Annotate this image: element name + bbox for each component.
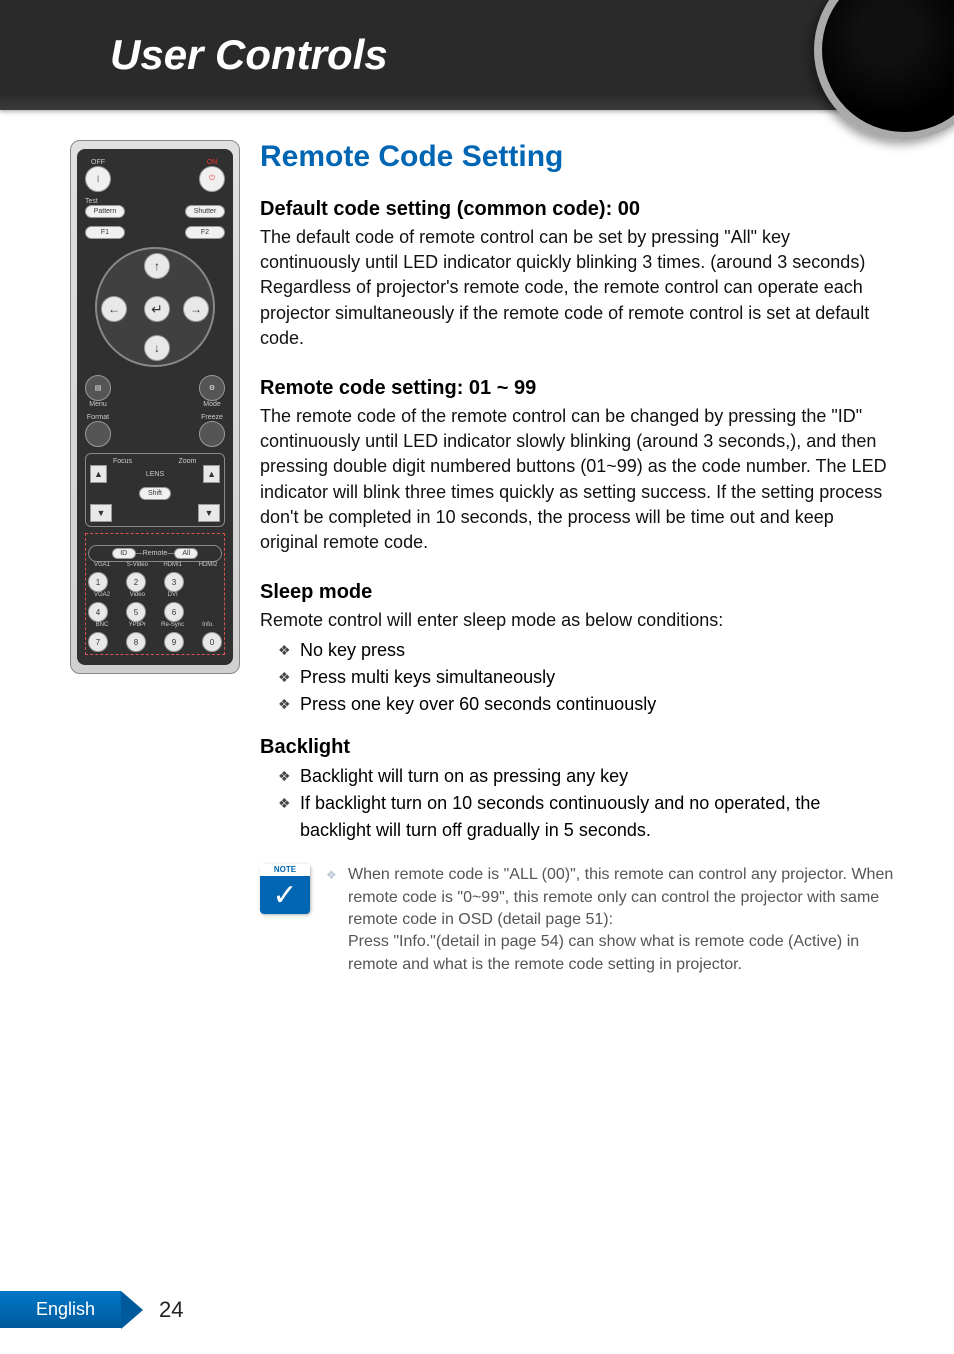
resync-label: Re-Sync [159, 622, 187, 628]
arrow-down-icon: ↓ [144, 335, 170, 361]
note-text: When remote code is "ALL (00)", this rem… [326, 864, 894, 976]
footer-page-number: 24 [159, 1297, 183, 1323]
default-code-heading: Default code setting (common code): 00 [260, 198, 894, 221]
shift-button: Shift [139, 487, 171, 500]
on-button: ⏻ [199, 166, 225, 192]
mode-label: Mode [199, 401, 225, 408]
ypbpr-label: YPbPr [123, 622, 151, 628]
vga2-label: VGA2 [88, 592, 116, 598]
section-title: Remote Code Setting [260, 140, 894, 174]
format-button [85, 421, 111, 447]
num-7-button: 7 [88, 632, 108, 652]
num-5-button: 5 [126, 602, 146, 622]
zoom-label: Zoom [155, 458, 220, 465]
remote-id-group: ID —Remote— All VGA1 S-Video HDMI1 HDMI2… [85, 533, 225, 655]
num-9-button: 9 [164, 632, 184, 652]
menu-button: ▤ [85, 375, 111, 401]
num-6-button: 6 [164, 602, 184, 622]
all-button: All [174, 548, 198, 559]
video-label: Video [123, 592, 151, 598]
footer-language: English [0, 1291, 121, 1328]
num-3-button: 3 [164, 572, 184, 592]
lens-controls: Focus Zoom ▲ LENS ▲ Shift ▼ ▼ [85, 453, 225, 527]
enter-icon: ↵ [144, 296, 170, 322]
list-item: Press one key over 60 seconds continuous… [278, 691, 894, 718]
spacer-label [194, 592, 222, 598]
list-item: Press multi keys simultaneously [278, 664, 894, 691]
focus-label: Focus [90, 458, 155, 465]
off-button: | [85, 166, 111, 192]
arrow-left-icon: ← [101, 296, 127, 322]
f1-button: F1 [85, 226, 125, 239]
list-item: No key press [278, 637, 894, 664]
mode-button: ⚙ [199, 375, 225, 401]
content-area: OFF| ON⏻ Test Pattern Shutter F1 F2 ↑ ↓ … [0, 110, 954, 976]
note-line-2: Press "Info."(detail in page 54) can sho… [326, 931, 894, 976]
list-item: If backlight turn on 10 seconds continuo… [278, 790, 894, 844]
id-row: ID —Remote— All [88, 545, 222, 562]
note-line-1: When remote code is "ALL (00)", this rem… [326, 864, 894, 931]
footer: English 24 [0, 1291, 184, 1328]
sleep-mode-intro: Remote control will enter sleep mode as … [260, 608, 894, 633]
arrow-up-icon: ↑ [144, 253, 170, 279]
focus-down-icon: ▼ [90, 504, 112, 522]
sleep-mode-list: No key press Press multi keys simultaneo… [260, 637, 894, 718]
remote-code-body: The remote code of the remote control ca… [260, 404, 894, 555]
default-code-body: The default code of remote control can b… [260, 225, 894, 351]
lens-label: LENS [107, 471, 203, 478]
num-0-button: 0 [202, 632, 222, 652]
note-row: When remote code is "ALL (00)", this rem… [260, 864, 894, 976]
remote-column: OFF| ON⏻ Test Pattern Shutter F1 F2 ↑ ↓ … [70, 140, 240, 976]
f2-button: F2 [185, 226, 225, 239]
id-button: ID [112, 548, 136, 559]
test-label: Test [85, 198, 225, 205]
freeze-button [199, 421, 225, 447]
header-title: User Controls [110, 31, 388, 79]
pattern-button: Pattern [85, 205, 125, 218]
vga1-label: VGA1 [88, 562, 116, 568]
dvi-label: DVI [159, 592, 187, 598]
hdmi2-label: HDMI2 [194, 562, 222, 568]
bnc-label: BNC [88, 622, 116, 628]
text-column: Remote Code Setting Default code setting… [260, 140, 914, 976]
num-2-button: 2 [126, 572, 146, 592]
remote-control-illustration: OFF| ON⏻ Test Pattern Shutter F1 F2 ↑ ↓ … [70, 140, 240, 674]
on-label: ON [199, 159, 225, 166]
list-item: Backlight will turn on as pressing any k… [278, 763, 894, 790]
zoom-down-icon: ▼ [198, 504, 220, 522]
backlight-heading: Backlight [260, 736, 894, 759]
arrow-right-icon: → [183, 296, 209, 322]
zoom-up-icon: ▲ [203, 465, 220, 483]
backlight-list: Backlight will turn on as pressing any k… [260, 763, 894, 844]
dpad: ↑ ↓ ← → ↵ [95, 247, 215, 367]
format-label: Format [85, 414, 111, 421]
menu-label: Menu [85, 401, 111, 408]
remote-text: —Remote— [136, 550, 175, 557]
freeze-label: Freeze [199, 414, 225, 421]
num-4-button: 4 [88, 602, 108, 622]
focus-up-icon: ▲ [90, 465, 107, 483]
off-label: OFF [85, 159, 111, 166]
hdmi1-label: HDMI1 [159, 562, 187, 568]
page-header: User Controls [0, 0, 954, 110]
num-1-button: 1 [88, 572, 108, 592]
info-label: Info. [194, 622, 222, 628]
shutter-button: Shutter [185, 205, 225, 218]
num-8-button: 8 [126, 632, 146, 652]
note-icon [260, 864, 310, 914]
svideo-label: S-Video [123, 562, 151, 568]
sleep-mode-heading: Sleep mode [260, 581, 894, 604]
remote-code-heading: Remote code setting: 01 ~ 99 [260, 377, 894, 400]
